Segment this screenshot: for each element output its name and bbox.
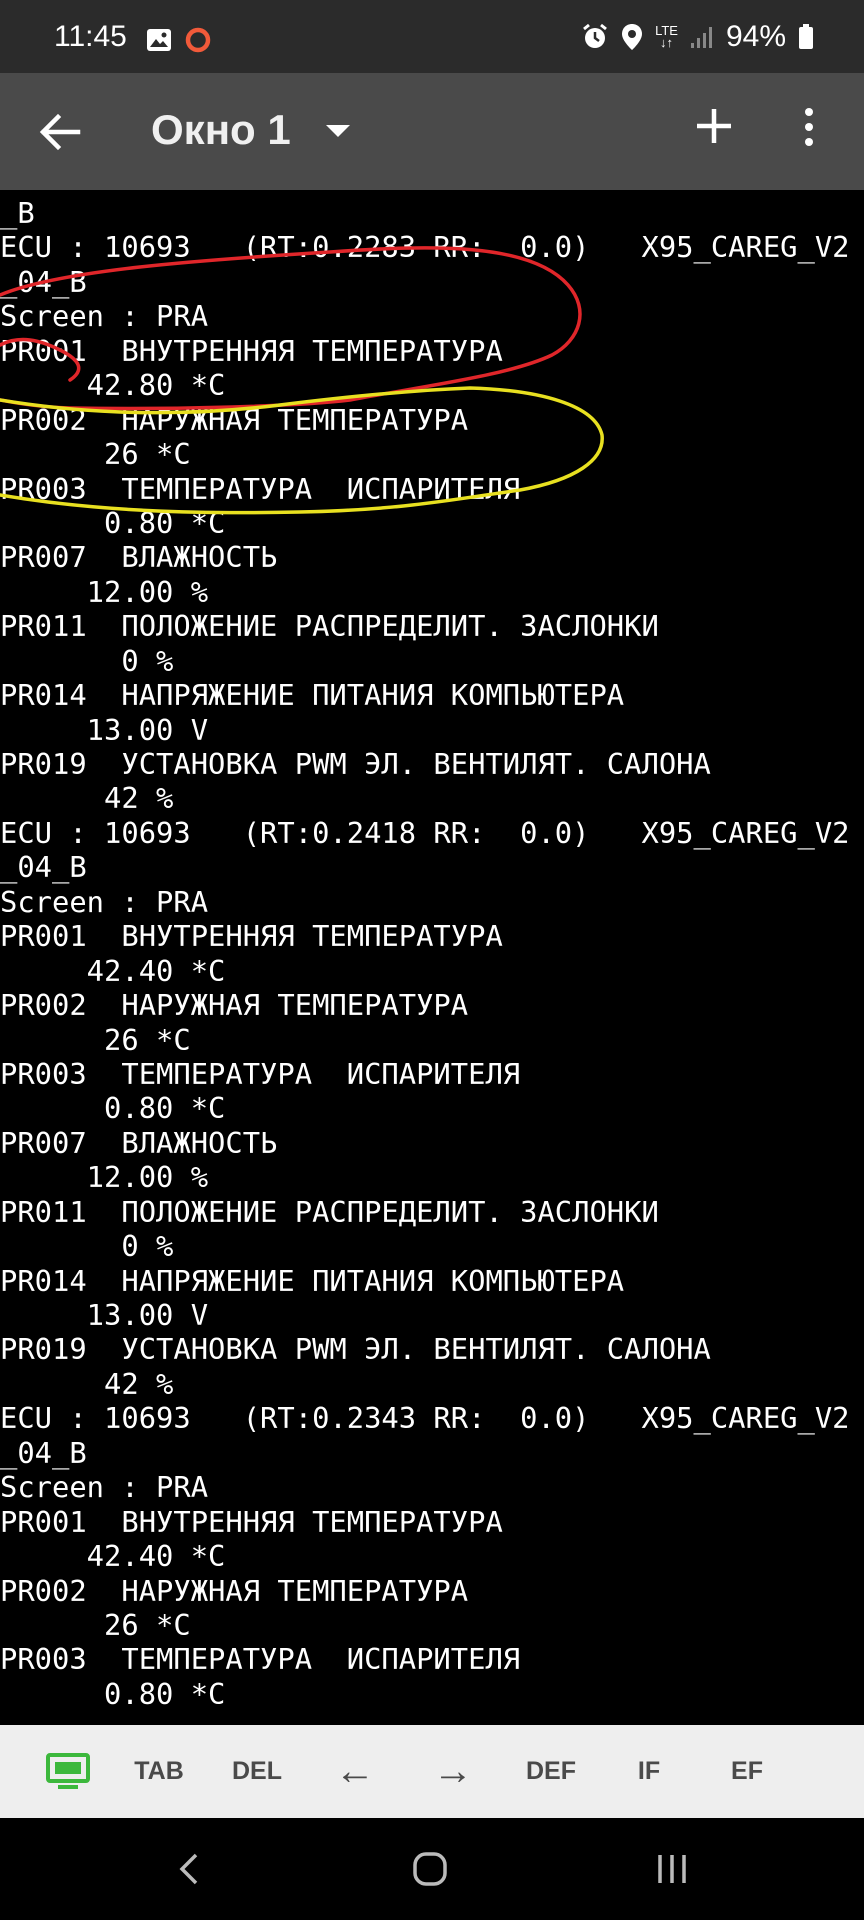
terminal-line: 26 *C <box>0 1607 191 1642</box>
terminal-line: 12.00 % <box>0 574 209 609</box>
nav-home-icon[interactable] <box>410 1849 450 1889</box>
terminal-line: Screen : PRA <box>0 299 209 334</box>
terminal-line: PR007 ВЛАЖНОСТЬ <box>0 540 278 575</box>
terminal-line: PR011 ПОЛОЖЕНИЕ РАСПРЕДЕЛИТ. ЗАСЛОНКИ <box>0 609 659 644</box>
terminal-line: PR014 НАПРЯЖЕНИЕ ПИТАНИЯ КОМПЬЮТЕРА <box>0 678 625 713</box>
location-icon <box>622 24 643 50</box>
terminal-line: 0.80 *C <box>0 1676 226 1711</box>
if-key[interactable]: IF <box>600 1725 698 1818</box>
keyboard-icon <box>46 1752 90 1789</box>
terminal-line: _04_B <box>0 264 87 299</box>
terminal-line: _B <box>0 196 35 230</box>
status-bar: 11:45 LTE ↓↑ 94% <box>0 0 864 73</box>
gallery-icon <box>147 29 171 51</box>
terminal-line: 42.40 *C <box>0 1539 226 1574</box>
back-arrow-icon[interactable] <box>38 110 82 154</box>
terminal-line: PR003 ТЕМПЕРАТУРА ИСПАРИТЕЛЯ <box>0 1642 521 1677</box>
ef-key[interactable]: EF <box>698 1725 796 1818</box>
app-bar: Окно 1 <box>0 73 864 190</box>
terminal-line: ECU : 10693 (RT:0.2418 RR: 0.0) X95_CARE… <box>0 815 850 850</box>
nav-recents-icon[interactable] <box>652 1849 692 1889</box>
terminal-line: 0.80 *C <box>0 1091 226 1126</box>
terminal-line: _04_B <box>0 1435 87 1470</box>
terminal-line: PR014 НАПРЯЖЕНИЕ ПИТАНИЯ КОМПЬЮТЕРА <box>0 1263 625 1298</box>
terminal-line: PR019 УСТАНОВКА PWM ЭЛ. ВЕНТИЛЯТ. САЛОНА <box>0 1332 711 1367</box>
window-title[interactable]: Окно 1 <box>151 106 291 154</box>
terminal-line: PR019 УСТАНОВКА PWM ЭЛ. ВЕНТИЛЯТ. САЛОНА <box>0 747 711 781</box>
terminal-line: 13.00 V <box>0 712 209 747</box>
terminal-line: 12.00 % <box>0 1160 209 1195</box>
lte-icon: LTE ↓↑ <box>655 23 678 50</box>
terminal-line: Screen : PRA <box>0 884 209 919</box>
terminal-line: 0 % <box>0 1229 174 1264</box>
terminal-line: _04_B <box>0 850 87 885</box>
terminal-line: ECU : 10693 (RT:0.2343 RR: 0.0) X95_CARE… <box>0 1401 850 1436</box>
terminal-line: PR002 НАРУЖНАЯ ТЕМПЕРАТУРА <box>0 1573 469 1608</box>
terminal-line: PR003 ТЕМПЕРАТУРА ИСПАРИТЕЛЯ <box>0 471 521 506</box>
key-list: TAB DEL ← → DEF IF EF <box>110 1725 796 1818</box>
dropdown-caret-icon[interactable] <box>326 125 350 137</box>
right-arrow-key[interactable]: → <box>404 1725 502 1818</box>
system-nav-bar <box>0 1818 864 1920</box>
terminal-line: ECU : 10693 (RT:0.2283 RR: 0.0) X95_CARE… <box>0 230 850 265</box>
terminal-line: 0 % <box>0 643 174 678</box>
terminal-line: Screen : PRA <box>0 1470 209 1505</box>
battery-icon <box>799 24 813 49</box>
terminal-line: PR007 ВЛАЖНОСТЬ <box>0 1125 278 1160</box>
status-time: 11:45 <box>54 20 127 53</box>
terminal-line: PR002 НАРУЖНАЯ ТЕМПЕРАТУРА <box>0 988 469 1023</box>
terminal-line: 26 *C <box>0 1022 191 1057</box>
signal-icon <box>690 27 712 48</box>
terminal-line: 26 *C <box>0 437 191 472</box>
terminal-line: 42.40 *C <box>0 953 226 988</box>
alarm-icon <box>583 23 607 48</box>
terminal-output[interactable]: _B ECU : 10693 (RT:0.2283 RR: 0.0) X95_CA… <box>0 190 864 1725</box>
def-key[interactable]: DEF <box>502 1725 600 1818</box>
nav-back-icon[interactable] <box>170 1849 210 1889</box>
tab-key[interactable]: TAB <box>110 1725 208 1818</box>
terminal-line: PR003 ТЕМПЕРАТУРА ИСПАРИТЕЛЯ <box>0 1056 521 1091</box>
left-arrow-key[interactable]: ← <box>306 1725 404 1818</box>
terminal-line: PR001 ВНУТРЕННЯЯ ТЕМПЕРАТУРА <box>0 1504 503 1539</box>
more-vert-icon[interactable] <box>804 107 814 147</box>
terminal-line: 13.00 V <box>0 1298 209 1332</box>
terminal-line: 42 % <box>0 781 174 816</box>
terminal-lines: _B ECU : 10693 (RT:0.2283 RR: 0.0) X95_CA… <box>0 196 850 1711</box>
terminal-line: 42 % <box>0 1366 174 1401</box>
plus-icon[interactable] <box>694 106 734 146</box>
special-key-bar: TAB DEL ← → DEF IF EF <box>0 1725 864 1818</box>
terminal-line: PR002 НАРУЖНАЯ ТЕМПЕРАТУРА <box>0 402 469 437</box>
record-circle-icon <box>185 27 211 53</box>
terminal-line: 42.80 *C <box>0 368 226 403</box>
battery-percent: 94% <box>725 20 786 53</box>
terminal-line: PR001 ВНУТРЕННЯЯ ТЕМПЕРАТУРА <box>0 919 503 954</box>
terminal-line: 0.80 *C <box>0 505 226 540</box>
del-key[interactable]: DEL <box>208 1725 306 1818</box>
keyboard-toggle-button[interactable] <box>0 1725 110 1818</box>
terminal-line: PR001 ВНУТРЕННЯЯ ТЕМПЕРАТУРА <box>0 333 503 368</box>
terminal-line: PR011 ПОЛОЖЕНИЕ РАСПРЕДЕЛИТ. ЗАСЛОНКИ <box>0 1194 659 1229</box>
